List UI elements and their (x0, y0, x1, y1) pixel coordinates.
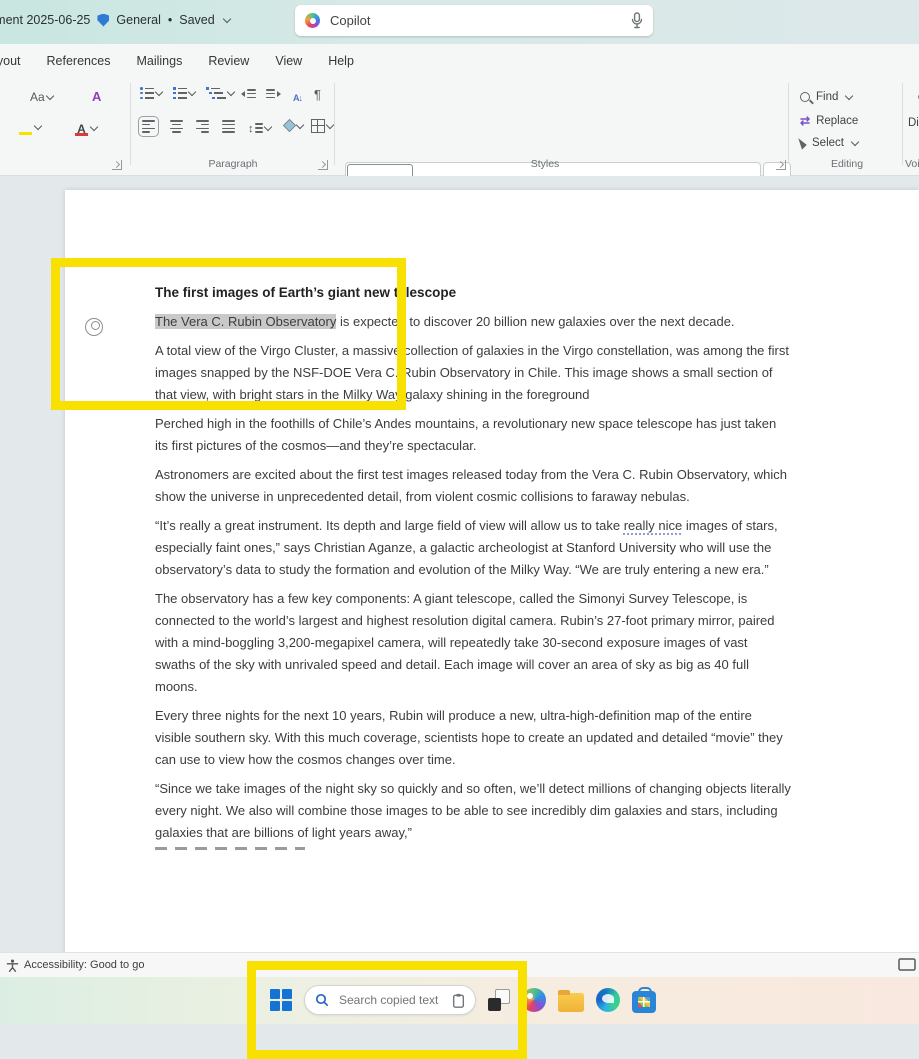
paragraph-group-label: Paragraph (185, 158, 281, 170)
separator-dot: • (168, 13, 172, 27)
save-status[interactable]: Saved (179, 13, 214, 27)
paragraph: Perched high in the foothills of Chile’s… (155, 413, 791, 457)
dictate-button[interactable]: Dictate (908, 84, 919, 138)
tab-help[interactable]: Help (315, 47, 367, 75)
paragraph: Every three nights for the next 10 years… (155, 705, 791, 771)
task-view-button[interactable] (488, 989, 510, 1011)
paragraph: “Since we take images of the night sky s… (155, 778, 791, 844)
editing-group-label: Editing (815, 158, 879, 170)
paragraph-dialog-launcher[interactable] (318, 160, 328, 170)
show-paragraph-marks-button[interactable] (314, 86, 321, 104)
select-cursor-icon (798, 136, 807, 149)
paragraph: A total view of the Virgo Cluster, a mas… (155, 340, 791, 406)
microphone-icon[interactable] (631, 12, 643, 29)
document-canvas: The first images of Earth’s giant new te… (0, 176, 919, 952)
document-text: The first images of Earth’s giant new te… (155, 281, 791, 850)
align-center-button[interactable] (170, 120, 183, 133)
copilot-label: Copilot (330, 13, 621, 28)
borders-button[interactable] (311, 119, 333, 133)
file-explorer-icon[interactable] (558, 993, 584, 1012)
font-color-bar (75, 133, 88, 137)
tab-layout[interactable]: Layout (0, 47, 34, 75)
align-left-button[interactable] (142, 120, 155, 133)
find-button[interactable]: Find (800, 91, 852, 103)
styles-group-label: Styles (510, 158, 580, 170)
font-dialog-launcher[interactable] (112, 160, 122, 170)
tab-mailings[interactable]: Mailings (123, 47, 195, 75)
replace-button[interactable]: Replace (800, 114, 858, 128)
group-divider (130, 83, 131, 165)
taskbar-search[interactable] (304, 985, 476, 1015)
paragraph: The observatory has a few key components… (155, 588, 791, 698)
accessibility-status[interactable]: Accessibility: Good to go (24, 959, 144, 971)
change-case-button[interactable] (30, 88, 53, 106)
decrease-indent-button[interactable] (241, 89, 256, 98)
group-divider (788, 83, 789, 165)
margin-copilot-icon[interactable] (85, 318, 103, 336)
numbering-button[interactable] (173, 87, 195, 99)
copilot-icon (305, 13, 320, 28)
sensitivity-shield-icon (97, 14, 109, 27)
voice-group-label: Voice (905, 158, 919, 170)
tab-view[interactable]: View (262, 47, 315, 75)
chevron-down-icon (222, 15, 230, 23)
taskbar-search-input[interactable] (337, 992, 444, 1008)
document-title: Document 2025-06-25 (0, 13, 90, 27)
bullets-button[interactable] (140, 87, 162, 99)
text-effects-button[interactable] (92, 88, 101, 106)
grammar-marked-text: really nice (624, 518, 683, 533)
copilot-search-box[interactable]: Copilot (295, 5, 653, 36)
group-divider (902, 83, 903, 165)
start-button[interactable] (270, 989, 292, 1011)
copilot-taskbar-icon[interactable] (522, 988, 546, 1012)
tab-review[interactable]: Review (195, 47, 262, 75)
search-icon (315, 993, 329, 1007)
status-bar: Accessibility: Good to go (0, 952, 919, 977)
shading-button[interactable] (284, 120, 303, 131)
microsoft-store-icon[interactable] (632, 991, 656, 1013)
article-heading: The first images of Earth’s giant new te… (155, 281, 791, 304)
multilevel-list-button[interactable] (206, 87, 234, 99)
replace-icon (800, 114, 810, 128)
text-highlight-button[interactable] (18, 120, 41, 134)
font-color-button[interactable] (74, 120, 97, 135)
document-page[interactable]: The first images of Earth’s giant new te… (65, 190, 919, 952)
accessibility-icon (6, 959, 19, 972)
quote-paragraph: “It’s really a great instrument. Its dep… (155, 515, 791, 581)
document-title-area: Document 2025-06-25 General • Saved (0, 13, 230, 27)
title-bar: Document 2025-06-25 General • Saved Copi… (0, 0, 919, 44)
sort-button[interactable] (293, 88, 302, 106)
select-button[interactable]: Select (800, 137, 858, 149)
ribbon-tab-row: Layout References Mailings Review View H… (0, 44, 919, 78)
styles-dialog-launcher[interactable] (776, 160, 786, 170)
selected-text[interactable]: The Vera C. Rubin Observatory (155, 314, 336, 329)
intro-paragraph: The Vera C. Rubin Observatory is expecte… (155, 311, 791, 333)
line-spacing-button[interactable] (248, 119, 271, 137)
align-right-button[interactable] (196, 120, 209, 133)
taskbar (0, 976, 919, 1024)
justify-button[interactable] (222, 120, 235, 133)
clipped-text-line (155, 847, 305, 850)
view-mode-icon[interactable] (897, 957, 919, 975)
paragraph: Astronomers are excited about the first … (155, 464, 791, 508)
search-icon (800, 92, 810, 102)
increase-indent-button[interactable] (266, 89, 281, 98)
clipboard-icon[interactable] (452, 993, 465, 1008)
ribbon: Paragraph Normal No Spacing Heading Head… (0, 78, 919, 176)
edge-browser-icon[interactable] (596, 988, 620, 1012)
highlight-color-bar (19, 132, 32, 136)
sensitivity-label[interactable]: General (116, 13, 160, 27)
tab-references[interactable]: References (34, 47, 124, 75)
